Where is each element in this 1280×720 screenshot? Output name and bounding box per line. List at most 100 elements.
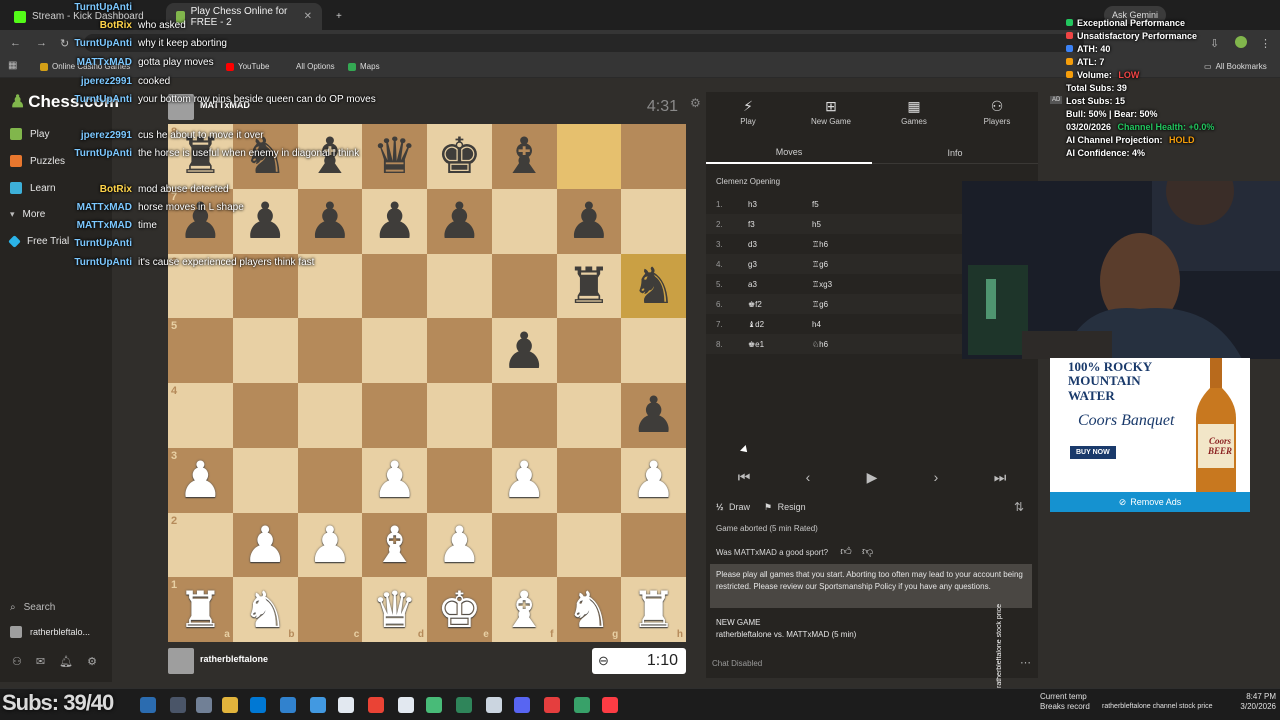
white-move[interactable]: ♝d2 [748, 320, 764, 329]
square-g5[interactable] [556, 318, 622, 383]
white-move[interactable]: ♚f2 [748, 300, 762, 309]
square-h4[interactable]: ♟ [621, 383, 686, 448]
square-e3[interactable] [427, 447, 492, 513]
mail-icon[interactable]: ✉ [36, 655, 45, 668]
square-a3[interactable]: 3 ♟ [168, 447, 233, 513]
square-f3[interactable]: ♟ [491, 447, 557, 513]
draw-button[interactable]: ½ Draw [716, 502, 750, 512]
chat-username[interactable]: MATTxMAD [0, 57, 132, 69]
square-g1[interactable]: g ♞ [556, 577, 622, 642]
square-e6[interactable] [427, 253, 492, 319]
app-icon[interactable] [310, 697, 326, 713]
white-move[interactable]: f3 [748, 220, 755, 229]
square-c5[interactable] [297, 318, 363, 383]
bell-icon[interactable]: 🔔︎ [59, 655, 73, 668]
white-rook-piece[interactable]: ♜ [631, 585, 676, 635]
tab-info[interactable]: Info [872, 142, 1038, 164]
bottom-player-name[interactable]: ratherbleftalone [200, 654, 268, 664]
white-pawn-piece[interactable]: ♟ [178, 455, 223, 505]
square-a1[interactable]: 1 a ♜ [168, 577, 233, 642]
square-b4[interactable] [232, 383, 298, 448]
white-move[interactable]: a3 [748, 280, 757, 289]
square-f4[interactable] [491, 383, 557, 448]
music-icon[interactable] [602, 697, 618, 713]
white-move[interactable]: ♚e1 [748, 340, 764, 349]
chat-username[interactable]: BotRix [0, 184, 132, 196]
chat-username[interactable]: TurntUpAnti [0, 238, 132, 250]
square-g7[interactable]: ♟ [556, 188, 622, 254]
sidebar-user[interactable]: ratherbleftalo... [10, 626, 90, 638]
square-f5[interactable]: ♟ [491, 318, 557, 383]
square-a4[interactable]: 4 [168, 383, 233, 448]
square-h1[interactable]: h ♜ [621, 577, 686, 642]
black-pawn-piece[interactable]: ♟ [502, 326, 547, 376]
sidebar-search[interactable]: ⌕ Search [10, 602, 55, 613]
square-b2[interactable]: ♟ [232, 512, 298, 578]
chat-username[interactable]: jperez2991 [0, 130, 132, 142]
chat-username[interactable]: TurntUpAnti [0, 148, 132, 160]
black-move[interactable]: h5 [812, 220, 821, 229]
flip-board-icon[interactable]: ⇅ [1014, 500, 1024, 514]
resign-button[interactable]: ⚑ Resign [764, 502, 806, 513]
white-knight-piece[interactable]: ♞ [566, 585, 611, 635]
tab-players[interactable]: ⚇ Players [965, 98, 1029, 126]
square-c1[interactable]: c [297, 577, 363, 642]
black-move[interactable]: ♖g6 [812, 260, 828, 269]
gear-icon[interactable]: ⚙ [87, 655, 97, 668]
first-move-button[interactable]: ⏮ [714, 464, 774, 490]
white-pawn-piece[interactable]: ♟ [307, 520, 352, 570]
tab-moves[interactable]: Moves [706, 142, 872, 164]
white-move[interactable]: d3 [748, 240, 757, 249]
white-queen-piece[interactable]: ♛ [372, 585, 417, 635]
chat-username[interactable]: jperez2991 [0, 76, 132, 88]
square-e8[interactable]: ♚ [427, 124, 492, 189]
white-bishop-piece[interactable]: ♝ [372, 520, 417, 570]
square-d2[interactable]: ♝ [362, 512, 427, 578]
friends-icon[interactable]: ⚇ [12, 655, 22, 668]
square-d4[interactable] [362, 383, 427, 448]
square-h3[interactable]: ♟ [621, 447, 686, 513]
thumbs-up-icon[interactable]: 👍︎ [840, 546, 852, 558]
app-icon[interactable] [486, 697, 502, 713]
black-rook-piece[interactable]: ♜ [566, 261, 611, 311]
square-b5[interactable] [232, 318, 298, 383]
maps-pin-icon[interactable] [544, 697, 560, 713]
black-move[interactable]: ♖xg3 [812, 280, 832, 289]
white-rook-piece[interactable]: ♜ [178, 585, 223, 635]
black-move[interactable]: ♖h6 [812, 240, 828, 249]
chat-username[interactable]: TurntUpAnti [0, 38, 132, 50]
square-f8[interactable]: ♝ [491, 124, 557, 189]
white-move[interactable]: g3 [748, 260, 757, 269]
black-king-piece[interactable]: ♚ [437, 131, 482, 181]
tab-new-game[interactable]: ⊞ New Game [799, 98, 863, 126]
square-f6[interactable] [491, 253, 557, 319]
opening-name[interactable]: Clemenz Opening [716, 177, 780, 186]
chrome-active-icon[interactable] [574, 697, 590, 713]
square-b3[interactable] [232, 447, 298, 513]
chat-username[interactable]: TurntUpAnti [0, 94, 132, 106]
white-king-piece[interactable]: ♚ [437, 585, 482, 635]
square-e7[interactable]: ♟ [427, 188, 492, 254]
chat-username[interactable]: TurntUpAnti [0, 2, 132, 14]
square-h5[interactable] [621, 318, 686, 383]
white-pawn-piece[interactable]: ♟ [243, 520, 288, 570]
black-move[interactable]: ♘h6 [812, 340, 828, 349]
tab-games[interactable]: ▦ Games [882, 98, 946, 126]
remove-ads-button[interactable]: ⊘ Remove Ads [1050, 492, 1250, 512]
square-a2[interactable]: 2 [168, 512, 233, 578]
square-f2[interactable] [491, 512, 557, 578]
board-settings-gear-icon[interactable]: ⚙ [690, 96, 701, 110]
black-move[interactable]: ♖g6 [812, 300, 828, 309]
avatar[interactable] [168, 648, 194, 674]
weather-widget[interactable]: Current temp Breaks record [1040, 692, 1090, 713]
chrome-icon[interactable] [368, 697, 384, 713]
square-f7[interactable] [491, 188, 557, 254]
square-g4[interactable] [556, 383, 622, 448]
white-move[interactable]: h3 [748, 200, 757, 209]
xbox-icon[interactable] [426, 697, 442, 713]
white-knight-piece[interactable]: ♞ [243, 585, 288, 635]
white-pawn-piece[interactable]: ♟ [372, 455, 417, 505]
square-g6[interactable]: ♜ [556, 253, 622, 319]
square-d3[interactable]: ♟ [362, 447, 427, 513]
square-c2[interactable]: ♟ [297, 512, 363, 578]
